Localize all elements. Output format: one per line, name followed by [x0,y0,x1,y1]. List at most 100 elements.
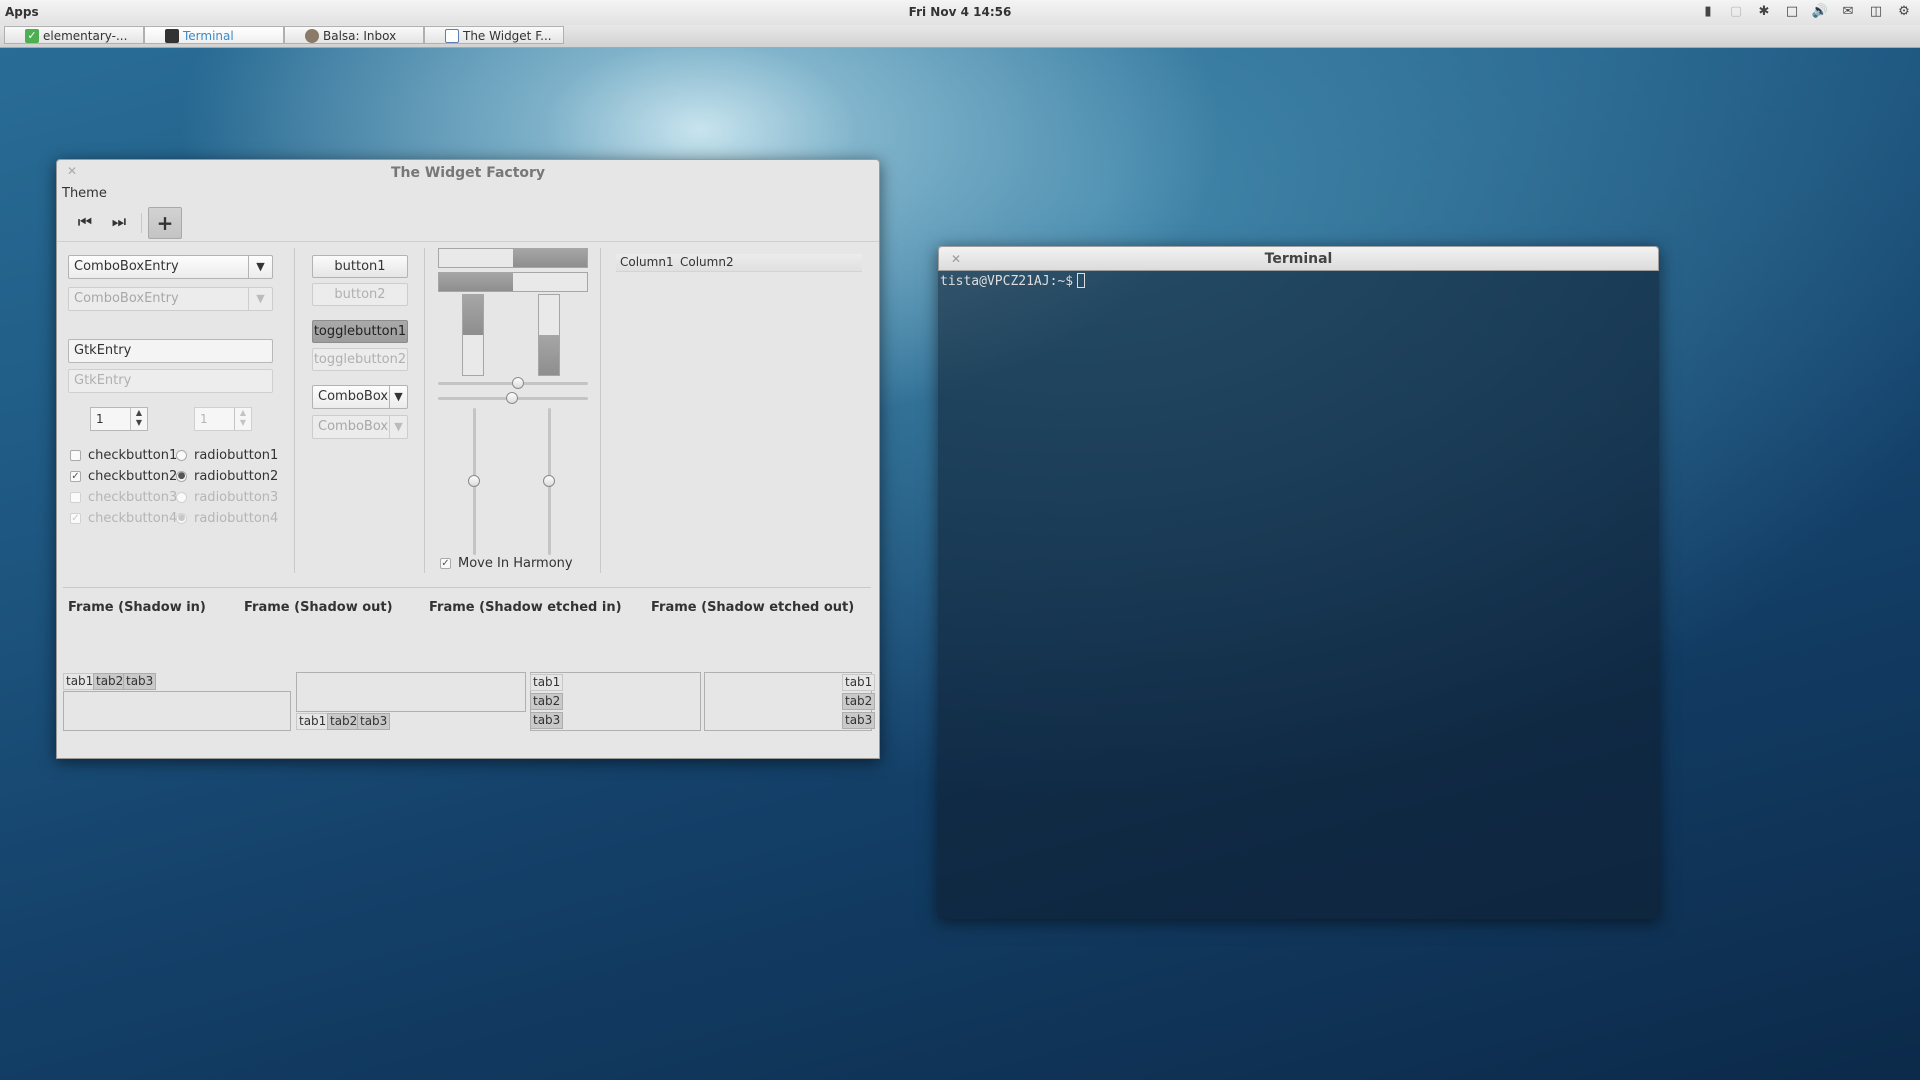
task-balsa[interactable]: Balsa: Inbox [284,26,424,44]
close-icon[interactable]: ✕ [67,164,77,178]
column-header-1[interactable]: Column1 [620,255,674,269]
checkbutton-label: checkbutton4 [88,511,178,526]
frame-shadow-in-label: Frame (Shadow in) [68,600,206,615]
frame-shadow-etched-in-label: Frame (Shadow etched in) [429,600,622,615]
check-icon: ✓ [25,29,39,43]
terminal-titlebar: ✕ Terminal [938,246,1659,271]
checkbutton1[interactable]: checkbutton1 [70,448,177,464]
checkbutton-label: checkbutton1 [88,448,178,463]
tab1[interactable]: tab1 [530,674,564,691]
battery-icon[interactable]: ◫ [1866,3,1886,21]
frame-separator [63,587,871,588]
go-last-icon[interactable]: ⏭ [104,208,134,236]
gtk-entry-disabled: GtkEntry [68,369,273,393]
checkbox-checked-icon: ✓ [440,558,451,569]
radiobutton1[interactable]: radiobutton1 [176,448,278,464]
togglebutton1[interactable]: togglebutton1 [312,320,408,343]
toolbar-separator [141,213,142,233]
togglebutton2: togglebutton2 [312,348,408,371]
window-icon [445,29,459,43]
combo-box-entry[interactable]: ComboBoxEntry ▼ [68,255,273,279]
tab3[interactable]: tab3 [123,673,157,690]
radiobutton2[interactable]: ● radiobutton2 [176,469,278,485]
progress-bar-vertical-2 [538,294,560,376]
mail-icon[interactable]: ✉ [1838,3,1858,21]
bluetooth-icon[interactable]: ✱ [1754,3,1774,21]
balsa-icon [305,29,319,43]
hscale-1-knob[interactable] [512,377,524,389]
spin-button[interactable]: 1 ▲ ▼ [90,407,148,431]
task-terminal[interactable]: Terminal [144,26,284,44]
tab1[interactable]: tab1 [63,673,97,690]
move-in-harmony-check[interactable]: ✓ Move In Harmony [440,556,573,572]
terminal-body[interactable]: tista@VPCZ21AJ:~$ [938,271,1659,919]
tab1[interactable]: tab1 [842,674,876,691]
checkbutton3: checkbutton3 [70,490,177,506]
window-title: The Widget Factory [390,165,546,181]
network-icon[interactable]: ▢ [1726,3,1746,21]
button2: button2 [312,283,408,306]
chevron-down-icon: ▼ [389,416,407,438]
checkbutton2[interactable]: ✓ checkbutton2 [70,469,177,485]
column-separator [600,248,601,573]
task-label: Balsa: Inbox [323,29,397,43]
checkbutton-label: checkbutton3 [88,490,178,505]
go-first-icon[interactable]: ⏮ [70,208,100,236]
gtk-entry[interactable]: GtkEntry [68,339,273,363]
tab1[interactable]: tab1 [296,713,330,730]
column-separator [424,248,425,573]
radio-icon [176,492,187,503]
tab3[interactable]: tab3 [842,712,876,729]
checkbutton-label: checkbutton2 [88,469,178,484]
spin-value: 1 [96,412,104,426]
apps-menu[interactable]: Apps [5,5,39,19]
combo-box-entry-disabled: ComboBoxEntry ▼ [68,287,273,311]
add-icon[interactable]: + [148,207,182,239]
vscale-1-knob[interactable] [468,475,480,487]
tab2[interactable]: tab2 [530,693,564,710]
signal-icon[interactable]: ▮ [1698,3,1718,21]
hscale-2-knob[interactable] [506,392,518,404]
terminal-window: ✕ Terminal tista@VPCZ21AJ:~$ [938,246,1659,919]
notebook-top-pane [63,691,291,731]
radiobutton-label: radiobutton1 [194,448,279,463]
radiobutton3: radiobutton3 [176,490,278,506]
tab3[interactable]: tab3 [357,713,391,730]
progress-fill [513,249,587,267]
vscale-2-knob[interactable] [543,475,555,487]
button1[interactable]: button1 [312,255,408,278]
tab2[interactable]: tab2 [93,673,127,690]
taskbar: ✓ elementary-... Terminal Balsa: Inbox T… [0,25,1920,48]
column-header-2[interactable]: Column2 [680,255,734,269]
radiobutton-label: radiobutton4 [194,511,279,526]
radio-selected-icon: ● [176,471,187,482]
chevron-down-icon[interactable]: ▼ [248,256,272,278]
task-widget-factory[interactable]: The Widget F... [424,26,564,44]
terminal-icon [165,29,179,43]
chevron-down-icon[interactable]: ▼ [389,386,407,408]
window-icon[interactable]: □ [1782,3,1802,21]
cursor [1077,273,1086,288]
checkbox-icon [70,492,81,503]
close-icon[interactable]: ✕ [951,247,961,271]
tab2[interactable]: tab2 [327,713,361,730]
frame-shadow-out-label: Frame (Shadow out) [244,600,393,615]
tree-view-header: Column1 Column2 [616,254,862,272]
volume-icon[interactable]: 🔊 [1810,3,1830,21]
system-tray: ▮ ▢ ✱ □ 🔊 ✉ ◫ ⚙ [1698,3,1914,21]
column-separator [294,248,295,573]
tab2[interactable]: tab2 [842,693,876,710]
clock[interactable]: Fri Nov 4 14:56 [0,5,1920,19]
menu-theme[interactable]: Theme [62,186,107,201]
frame-shadow-etched-out-label: Frame (Shadow etched out) [651,600,855,615]
spin-arrows-icon[interactable]: ▲ ▼ [130,408,147,430]
tab3[interactable]: tab3 [530,712,564,729]
combobox-text: ComboBox [318,419,389,434]
terminal-prompt: tista@VPCZ21AJ:~$ [940,273,1086,289]
progress-bar-horizontal-1 [438,248,588,268]
settings-gear-icon[interactable]: ⚙ [1894,3,1914,21]
combobox[interactable]: ComboBox ▼ [312,385,408,409]
task-label: Terminal [183,29,234,43]
combobox-text: ComboBox [318,389,389,404]
task-elementary[interactable]: ✓ elementary-... [4,26,144,44]
